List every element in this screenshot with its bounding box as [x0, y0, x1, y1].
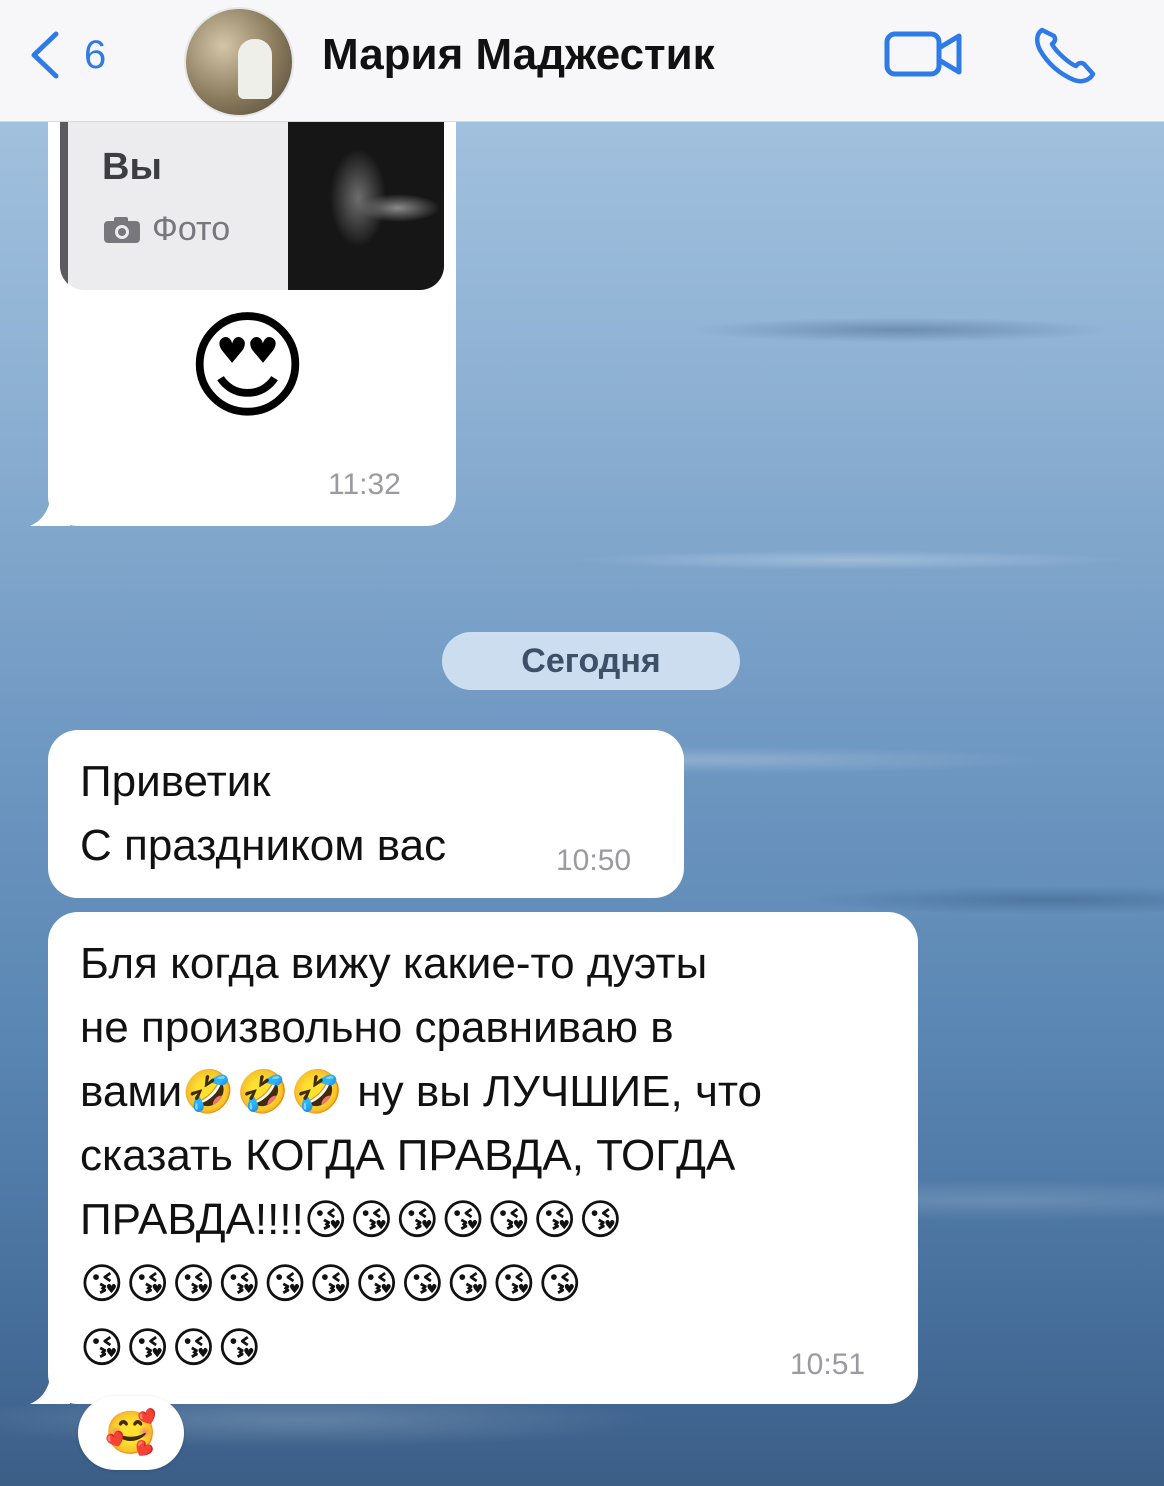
kiss-emoji-group: 😘😘😘😘: [80, 1324, 264, 1371]
kiss-emoji-group: 😘😘😘😘😘😘😘: [303, 1196, 625, 1243]
unread-count: 6: [84, 32, 107, 77]
reply-type: Фото: [102, 210, 230, 249]
message-line: Приветик: [80, 757, 271, 806]
incoming-message[interactable]: Бля когда вижу какие-то дуэты не произво…: [48, 912, 918, 1404]
kiss-emoji-group: 😘😘😘😘😘😘😘😘😘😘😘: [80, 1260, 584, 1307]
bubble-tail: [30, 1368, 70, 1404]
message-line: не произвольно сравниваю в: [80, 1003, 674, 1052]
camera-icon: [104, 216, 140, 243]
reaction-badge[interactable]: 🥰: [78, 1396, 184, 1470]
message-text-fragment: вами: [80, 1067, 183, 1116]
message-text: Бля когда вижу какие-то дуэты не произво…: [80, 932, 900, 1380]
message-line: сказать КОГДА ПРАВДА, ТОГДА: [80, 1131, 736, 1180]
message-time: 10:51: [790, 1348, 866, 1381]
message-line: ПРАВДА!!!!😘😘😘😘😘😘😘: [80, 1188, 900, 1252]
video-camera-icon[interactable]: [884, 28, 964, 80]
reply-type-label: Фото: [152, 210, 231, 248]
reply-bar: [60, 118, 68, 290]
message-time: 11:32: [328, 468, 401, 501]
message-line: Бля когда вижу какие-то дуэты: [80, 939, 708, 988]
heart-eyes-emoji: 😍: [186, 301, 310, 433]
chevron-left-icon: [31, 31, 59, 79]
message-line: вами🤣🤣🤣 ну вы ЛУЧШИЕ, что: [80, 1060, 900, 1124]
reply-author: Вы: [102, 146, 162, 188]
phone-icon[interactable]: [1032, 24, 1098, 84]
incoming-message[interactable]: Вы Фото 😍 11:32: [48, 96, 456, 526]
back-button[interactable]: 6: [28, 30, 106, 80]
message-text-fragment: ПРАВДА!!!!: [80, 1195, 304, 1244]
rofl-emoji-group: 🤣🤣🤣: [182, 1068, 346, 1115]
message-line: С праздником вас: [80, 821, 447, 870]
message-time: 10:50: [556, 844, 632, 877]
date-separator: Сегодня: [442, 632, 740, 690]
message-text-fragment: ну вы ЛУЧШИЕ, что: [345, 1067, 763, 1116]
avatar[interactable]: [184, 7, 294, 117]
reply-photo-thumbnail: [288, 118, 444, 290]
chat-header: 6 Мария Маджестик: [0, 0, 1164, 122]
incoming-message[interactable]: Приветик С праздником вас 10:50: [48, 730, 684, 898]
contact-name[interactable]: Мария Маджестик: [322, 30, 715, 80]
reply-quote[interactable]: Вы Фото: [60, 118, 444, 290]
bubble-tail: [30, 490, 70, 526]
